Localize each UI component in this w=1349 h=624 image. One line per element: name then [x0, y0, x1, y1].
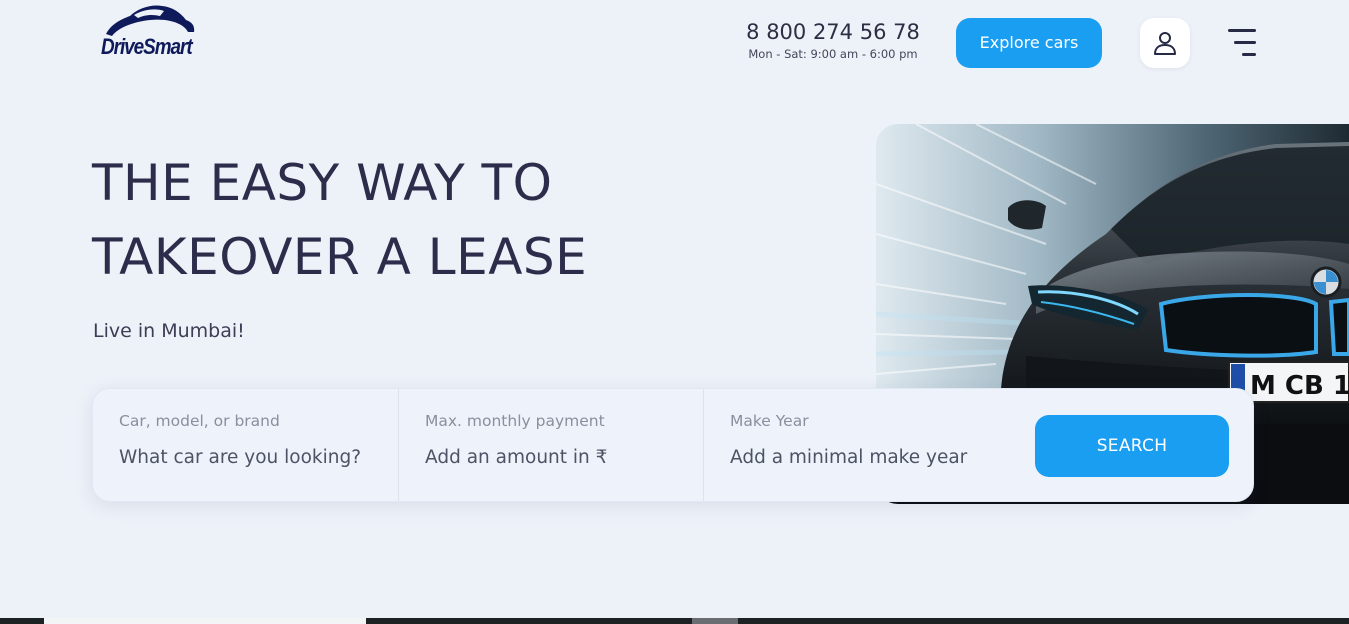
car-search-label: Car, model, or brand [119, 412, 280, 430]
search-form: Car, model, or brand Max. monthly paymen… [92, 388, 1254, 502]
logo-text: DriveSmart [101, 34, 193, 59]
hero-subtitle: Live in Mumbai! [93, 320, 245, 342]
site-logo[interactable]: DriveSmart [100, 4, 200, 66]
menu-icon-line-middle [1234, 41, 1256, 44]
menu-button[interactable] [1224, 26, 1258, 60]
next-section-edge [0, 618, 1349, 624]
car-search-field[interactable]: Car, model, or brand [93, 389, 398, 501]
next-section-card [44, 618, 366, 624]
hero-title: THE EASY WAY TO TAKEOVER A LEASE [92, 146, 732, 294]
search-button[interactable]: SEARCH [1035, 415, 1229, 477]
monthly-payment-input[interactable] [425, 447, 685, 468]
make-year-field[interactable]: Make Year [704, 389, 1014, 501]
make-year-input[interactable] [730, 447, 990, 468]
car-search-input[interactable] [119, 447, 379, 468]
phone-number[interactable]: 8 800 274 56 78 [733, 18, 933, 46]
account-button[interactable] [1140, 18, 1190, 68]
next-section-card [692, 618, 738, 624]
menu-icon-line-bottom [1242, 53, 1256, 56]
make-year-label: Make Year [730, 412, 809, 430]
user-icon [1154, 32, 1176, 55]
license-plate-text: M CB 1 [1250, 371, 1349, 401]
monthly-payment-label: Max. monthly payment [425, 412, 605, 430]
business-hours: Mon - Sat: 9:00 am - 6:00 pm [748, 47, 918, 61]
hero-title-line-1: THE EASY WAY TO [92, 154, 553, 212]
menu-icon-line-top [1228, 29, 1256, 32]
monthly-payment-field[interactable]: Max. monthly payment [399, 389, 703, 501]
explore-cars-button[interactable]: Explore cars [956, 18, 1102, 68]
contact-block: 8 800 274 56 78 Mon - Sat: 9:00 am - 6:0… [733, 18, 933, 61]
hero-title-line-2: TAKEOVER A LEASE [92, 228, 588, 286]
